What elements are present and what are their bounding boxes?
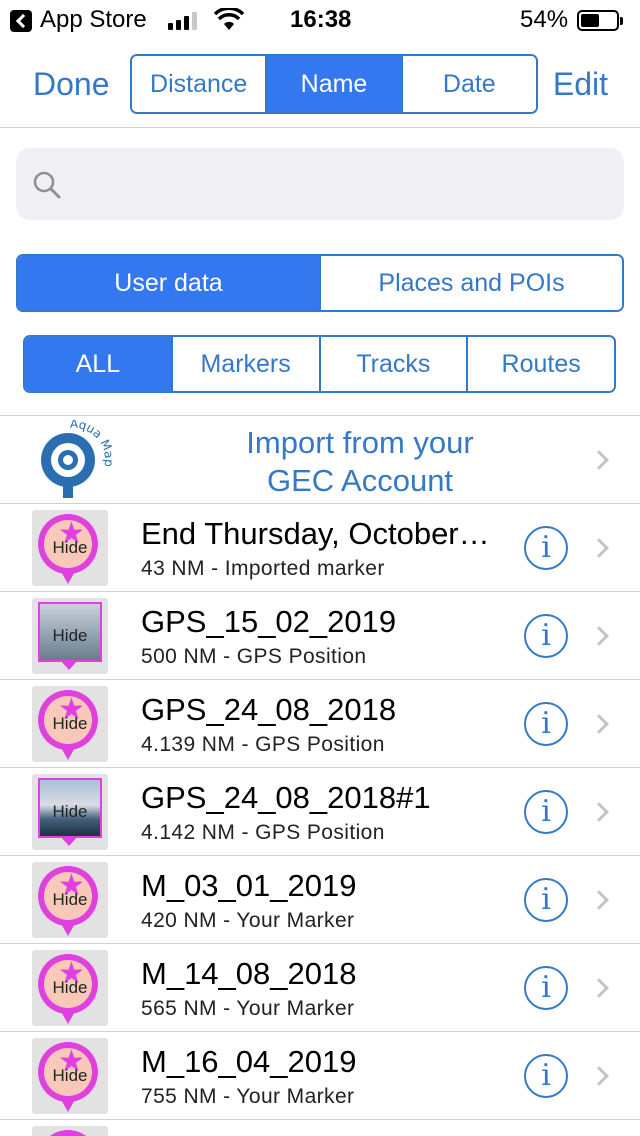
- wifi-icon: [214, 8, 244, 30]
- edit-button[interactable]: Edit: [553, 66, 608, 103]
- thumbnail-hide-label: Hide: [52, 802, 88, 821]
- segment-markers[interactable]: Markers: [170, 337, 319, 391]
- back-arrow-icon[interactable]: [10, 10, 32, 32]
- chevron-right-icon: [589, 626, 609, 646]
- import-line-2: GEC Account: [266, 463, 454, 498]
- back-app-label[interactable]: App Store: [40, 6, 147, 34]
- item-subtitle: 755 NM - Your Marker: [141, 1085, 355, 1108]
- item-thumbnail: Hide: [32, 774, 108, 850]
- chevron-right-icon: [589, 538, 609, 558]
- chevron-right-icon: [589, 450, 609, 470]
- list-item[interactable]: ★ Hide M_03_01_2019 420 NM - Your Marker i: [0, 856, 640, 944]
- sort-segmented-control: Distance Name Date: [130, 54, 538, 114]
- thumbnail-hide-label: Hide: [52, 714, 88, 733]
- item-title: M_14_08_2018: [141, 956, 357, 991]
- list-item[interactable]: ★ Hide End Thursday, October… 43 NM - Impor…: [0, 504, 640, 592]
- sort-distance-segment[interactable]: Distance: [132, 56, 266, 112]
- item-title: M_03_01_2019: [141, 868, 357, 903]
- list-item[interactable]: Hide GPS_24_08_2018#1 4.142 NM - GPS Posit…: [0, 768, 640, 856]
- list-item-partial: [0, 1120, 640, 1136]
- item-title: GPS_24_08_2018: [141, 692, 397, 727]
- marker-thumbnail-icon: [32, 1126, 108, 1136]
- info-icon[interactable]: i: [524, 790, 568, 834]
- item-title: End Thursday, October…: [141, 516, 490, 551]
- list-item[interactable]: Hide GPS_15_02_2019 500 NM - GPS Position i: [0, 592, 640, 680]
- item-subtitle: 500 NM - GPS Position: [141, 645, 367, 668]
- search-input[interactable]: [72, 162, 612, 206]
- item-subtitle: 43 NM - Imported marker: [141, 557, 385, 580]
- chevron-right-icon: [589, 1066, 609, 1086]
- battery-icon: [577, 10, 623, 31]
- item-subtitle: 4.142 NM - GPS Position: [141, 821, 385, 844]
- data-source-segmented-control: User data Places and POIs: [16, 254, 624, 312]
- segment-places-and-pois[interactable]: Places and POIs: [319, 256, 622, 310]
- segment-tracks[interactable]: Tracks: [318, 337, 467, 391]
- item-subtitle: 4.139 NM - GPS Position: [141, 733, 385, 756]
- import-gec-account-row[interactable]: Aqua Map Import from your GEC Account: [0, 416, 640, 504]
- import-row-label: Import from your GEC Account: [200, 424, 520, 500]
- thumbnail-hide-label: Hide: [52, 978, 88, 997]
- item-title: GPS_24_08_2018#1: [141, 780, 431, 815]
- sort-name-segment[interactable]: Name: [265, 56, 401, 112]
- navigation-bar: Done Distance Name Date Edit: [0, 42, 640, 128]
- chevron-right-icon: [589, 802, 609, 822]
- item-type-segmented-control: ALL Markers Tracks Routes: [23, 335, 616, 393]
- status-bar: App Store 16:38 54%: [0, 0, 640, 42]
- item-thumbnail: ★ Hide: [32, 950, 108, 1026]
- item-thumbnail: Hide: [32, 598, 108, 674]
- aqua-map-logo: Aqua Map: [41, 420, 116, 498]
- item-thumbnail: ★ Hide: [32, 686, 108, 762]
- clock: 16:38: [290, 6, 352, 33]
- item-thumbnail: ★ Hide: [32, 1038, 108, 1114]
- done-button[interactable]: Done: [33, 66, 110, 103]
- list-item[interactable]: ★ Hide M_14_08_2018 565 NM - Your Marker i: [0, 944, 640, 1032]
- chevron-right-icon: [589, 978, 609, 998]
- import-line-1: Import from your: [246, 425, 474, 460]
- thumbnail-hide-label: Hide: [52, 538, 88, 557]
- info-icon[interactable]: i: [524, 702, 568, 746]
- segment-all[interactable]: ALL: [25, 337, 171, 391]
- search-bar[interactable]: [16, 148, 624, 220]
- items-container: ★ Hide End Thursday, October… 43 NM - Impor…: [0, 504, 640, 1120]
- search-icon: [33, 171, 61, 199]
- thumbnail-hide-label: Hide: [52, 1066, 88, 1085]
- item-subtitle: 420 NM - Your Marker: [141, 909, 355, 932]
- info-icon[interactable]: i: [524, 526, 568, 570]
- chevron-right-icon: [589, 890, 609, 910]
- segment-routes[interactable]: Routes: [466, 337, 614, 391]
- thumbnail-hide-label: Hide: [52, 626, 88, 645]
- segment-user-data[interactable]: User data: [18, 256, 319, 310]
- info-icon[interactable]: i: [524, 1054, 568, 1098]
- item-subtitle: 565 NM - Your Marker: [141, 997, 355, 1020]
- chevron-right-icon: [589, 714, 609, 734]
- item-thumbnail: ★ Hide: [32, 510, 108, 586]
- list-item[interactable]: ★ Hide GPS_24_08_2018 4.139 NM - GPS Positi…: [0, 680, 640, 768]
- list-item[interactable]: ★ Hide M_16_04_2019 755 NM - Your Marker i: [0, 1032, 640, 1120]
- item-thumbnail: ★ Hide: [32, 862, 108, 938]
- info-icon[interactable]: i: [524, 878, 568, 922]
- info-icon[interactable]: i: [524, 966, 568, 1010]
- thumbnail-hide-label: Hide: [52, 890, 88, 909]
- item-title: GPS_15_02_2019: [141, 604, 397, 639]
- item-title: M_16_04_2019: [141, 1044, 357, 1079]
- user-data-list: Aqua Map Import from your GEC Account ★ H…: [0, 415, 640, 1136]
- info-icon[interactable]: i: [524, 614, 568, 658]
- sort-date-segment[interactable]: Date: [400, 56, 536, 112]
- battery-percent: 54%: [520, 6, 569, 33]
